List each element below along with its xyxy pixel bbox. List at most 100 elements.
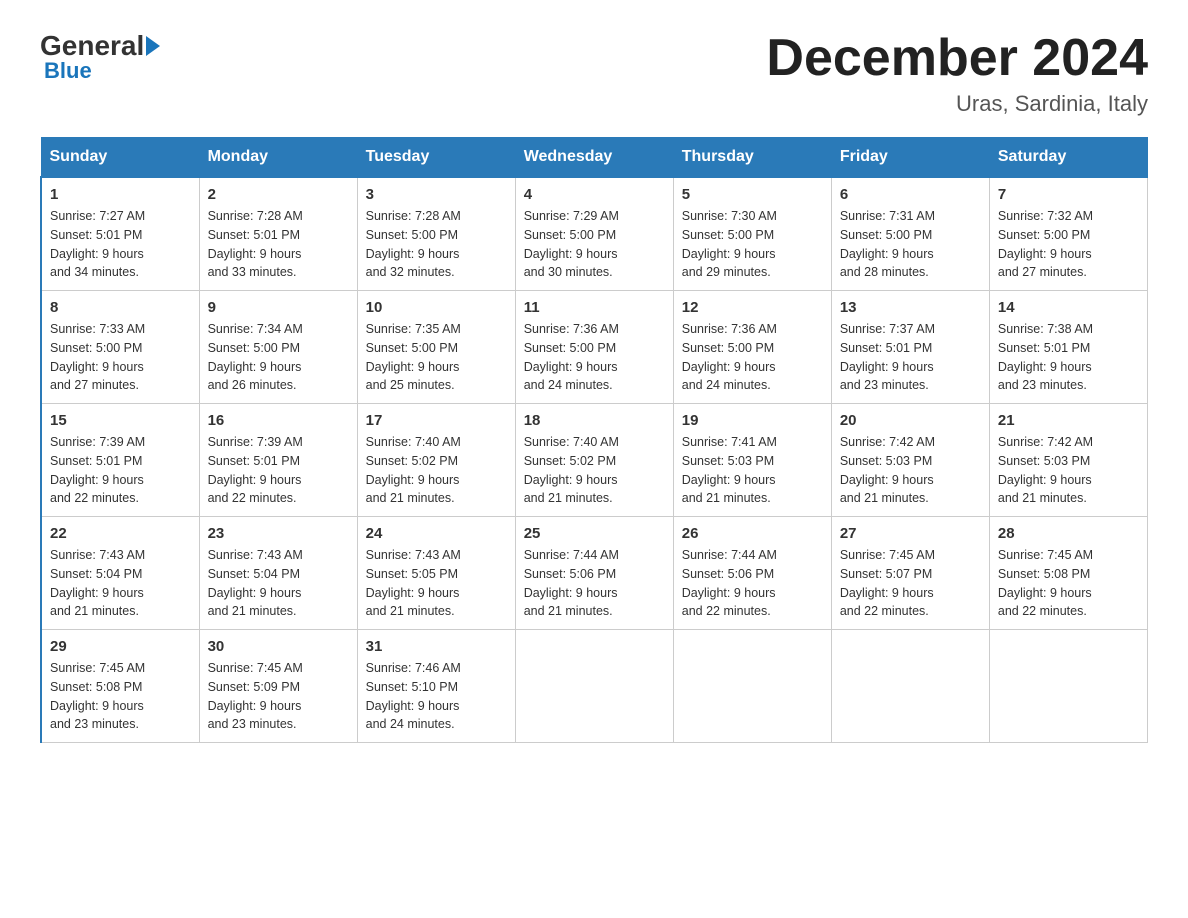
day-number: 6 — [840, 186, 981, 203]
header-monday: Monday — [199, 138, 357, 178]
day-number: 5 — [682, 186, 823, 203]
day-number: 13 — [840, 299, 981, 316]
calendar-week-row: 29 Sunrise: 7:45 AM Sunset: 5:08 PM Dayl… — [41, 630, 1148, 743]
table-row: 25 Sunrise: 7:44 AM Sunset: 5:06 PM Dayl… — [515, 517, 673, 630]
day-info: Sunrise: 7:43 AM Sunset: 5:04 PM Dayligh… — [208, 546, 349, 621]
day-info: Sunrise: 7:42 AM Sunset: 5:03 PM Dayligh… — [998, 433, 1139, 508]
day-info: Sunrise: 7:45 AM Sunset: 5:08 PM Dayligh… — [50, 659, 191, 734]
table-row: 4 Sunrise: 7:29 AM Sunset: 5:00 PM Dayli… — [515, 177, 673, 291]
header-sunday: Sunday — [41, 138, 199, 178]
table-row: 16 Sunrise: 7:39 AM Sunset: 5:01 PM Dayl… — [199, 404, 357, 517]
day-info: Sunrise: 7:43 AM Sunset: 5:04 PM Dayligh… — [50, 546, 191, 621]
day-info: Sunrise: 7:39 AM Sunset: 5:01 PM Dayligh… — [50, 433, 191, 508]
table-row: 26 Sunrise: 7:44 AM Sunset: 5:06 PM Dayl… — [673, 517, 831, 630]
weekday-header-row: Sunday Monday Tuesday Wednesday Thursday… — [41, 138, 1148, 178]
day-number: 26 — [682, 525, 823, 542]
table-row: 20 Sunrise: 7:42 AM Sunset: 5:03 PM Dayl… — [831, 404, 989, 517]
table-row: 9 Sunrise: 7:34 AM Sunset: 5:00 PM Dayli… — [199, 291, 357, 404]
day-number: 21 — [998, 412, 1139, 429]
calendar-week-row: 1 Sunrise: 7:27 AM Sunset: 5:01 PM Dayli… — [41, 177, 1148, 291]
day-info: Sunrise: 7:45 AM Sunset: 5:08 PM Dayligh… — [998, 546, 1139, 621]
table-row — [673, 630, 831, 743]
day-number: 9 — [208, 299, 349, 316]
day-number: 7 — [998, 186, 1139, 203]
logo: General Blue — [40, 30, 162, 84]
day-info: Sunrise: 7:29 AM Sunset: 5:00 PM Dayligh… — [524, 207, 665, 282]
table-row: 24 Sunrise: 7:43 AM Sunset: 5:05 PM Dayl… — [357, 517, 515, 630]
table-row — [989, 630, 1147, 743]
day-info: Sunrise: 7:40 AM Sunset: 5:02 PM Dayligh… — [366, 433, 507, 508]
month-title: December 2024 — [766, 30, 1148, 87]
day-info: Sunrise: 7:34 AM Sunset: 5:00 PM Dayligh… — [208, 320, 349, 395]
day-number: 31 — [366, 638, 507, 655]
day-info: Sunrise: 7:38 AM Sunset: 5:01 PM Dayligh… — [998, 320, 1139, 395]
day-info: Sunrise: 7:36 AM Sunset: 5:00 PM Dayligh… — [524, 320, 665, 395]
day-number: 25 — [524, 525, 665, 542]
table-row: 31 Sunrise: 7:46 AM Sunset: 5:10 PM Dayl… — [357, 630, 515, 743]
day-number: 8 — [50, 299, 191, 316]
day-number: 19 — [682, 412, 823, 429]
table-row — [831, 630, 989, 743]
day-number: 15 — [50, 412, 191, 429]
table-row: 27 Sunrise: 7:45 AM Sunset: 5:07 PM Dayl… — [831, 517, 989, 630]
table-row: 8 Sunrise: 7:33 AM Sunset: 5:00 PM Dayli… — [41, 291, 199, 404]
logo-blue-label: Blue — [44, 58, 92, 84]
day-number: 17 — [366, 412, 507, 429]
day-info: Sunrise: 7:32 AM Sunset: 5:00 PM Dayligh… — [998, 207, 1139, 282]
day-info: Sunrise: 7:30 AM Sunset: 5:00 PM Dayligh… — [682, 207, 823, 282]
day-number: 16 — [208, 412, 349, 429]
day-info: Sunrise: 7:31 AM Sunset: 5:00 PM Dayligh… — [840, 207, 981, 282]
day-number: 20 — [840, 412, 981, 429]
day-number: 30 — [208, 638, 349, 655]
day-info: Sunrise: 7:28 AM Sunset: 5:01 PM Dayligh… — [208, 207, 349, 282]
day-info: Sunrise: 7:44 AM Sunset: 5:06 PM Dayligh… — [524, 546, 665, 621]
day-info: Sunrise: 7:46 AM Sunset: 5:10 PM Dayligh… — [366, 659, 507, 734]
table-row: 3 Sunrise: 7:28 AM Sunset: 5:00 PM Dayli… — [357, 177, 515, 291]
day-info: Sunrise: 7:35 AM Sunset: 5:00 PM Dayligh… — [366, 320, 507, 395]
table-row: 6 Sunrise: 7:31 AM Sunset: 5:00 PM Dayli… — [831, 177, 989, 291]
table-row: 28 Sunrise: 7:45 AM Sunset: 5:08 PM Dayl… — [989, 517, 1147, 630]
day-info: Sunrise: 7:27 AM Sunset: 5:01 PM Dayligh… — [50, 207, 191, 282]
header-friday: Friday — [831, 138, 989, 178]
calendar-week-row: 8 Sunrise: 7:33 AM Sunset: 5:00 PM Dayli… — [41, 291, 1148, 404]
day-info: Sunrise: 7:37 AM Sunset: 5:01 PM Dayligh… — [840, 320, 981, 395]
day-number: 1 — [50, 186, 191, 203]
day-number: 4 — [524, 186, 665, 203]
day-info: Sunrise: 7:39 AM Sunset: 5:01 PM Dayligh… — [208, 433, 349, 508]
day-info: Sunrise: 7:44 AM Sunset: 5:06 PM Dayligh… — [682, 546, 823, 621]
table-row: 13 Sunrise: 7:37 AM Sunset: 5:01 PM Dayl… — [831, 291, 989, 404]
table-row: 2 Sunrise: 7:28 AM Sunset: 5:01 PM Dayli… — [199, 177, 357, 291]
calendar-title-area: December 2024 Uras, Sardinia, Italy — [766, 30, 1148, 117]
day-number: 18 — [524, 412, 665, 429]
day-info: Sunrise: 7:43 AM Sunset: 5:05 PM Dayligh… — [366, 546, 507, 621]
location-title: Uras, Sardinia, Italy — [766, 91, 1148, 117]
day-number: 11 — [524, 299, 665, 316]
day-number: 24 — [366, 525, 507, 542]
table-row: 30 Sunrise: 7:45 AM Sunset: 5:09 PM Dayl… — [199, 630, 357, 743]
day-number: 27 — [840, 525, 981, 542]
table-row: 21 Sunrise: 7:42 AM Sunset: 5:03 PM Dayl… — [989, 404, 1147, 517]
day-info: Sunrise: 7:28 AM Sunset: 5:00 PM Dayligh… — [366, 207, 507, 282]
day-number: 22 — [50, 525, 191, 542]
day-number: 23 — [208, 525, 349, 542]
table-row: 22 Sunrise: 7:43 AM Sunset: 5:04 PM Dayl… — [41, 517, 199, 630]
day-info: Sunrise: 7:41 AM Sunset: 5:03 PM Dayligh… — [682, 433, 823, 508]
table-row: 17 Sunrise: 7:40 AM Sunset: 5:02 PM Dayl… — [357, 404, 515, 517]
table-row: 12 Sunrise: 7:36 AM Sunset: 5:00 PM Dayl… — [673, 291, 831, 404]
header-saturday: Saturday — [989, 138, 1147, 178]
table-row: 11 Sunrise: 7:36 AM Sunset: 5:00 PM Dayl… — [515, 291, 673, 404]
day-info: Sunrise: 7:42 AM Sunset: 5:03 PM Dayligh… — [840, 433, 981, 508]
day-info: Sunrise: 7:36 AM Sunset: 5:00 PM Dayligh… — [682, 320, 823, 395]
day-number: 10 — [366, 299, 507, 316]
table-row — [515, 630, 673, 743]
table-row: 15 Sunrise: 7:39 AM Sunset: 5:01 PM Dayl… — [41, 404, 199, 517]
table-row: 10 Sunrise: 7:35 AM Sunset: 5:00 PM Dayl… — [357, 291, 515, 404]
table-row: 29 Sunrise: 7:45 AM Sunset: 5:08 PM Dayl… — [41, 630, 199, 743]
table-row: 5 Sunrise: 7:30 AM Sunset: 5:00 PM Dayli… — [673, 177, 831, 291]
table-row: 7 Sunrise: 7:32 AM Sunset: 5:00 PM Dayli… — [989, 177, 1147, 291]
table-row: 14 Sunrise: 7:38 AM Sunset: 5:01 PM Dayl… — [989, 291, 1147, 404]
table-row: 23 Sunrise: 7:43 AM Sunset: 5:04 PM Dayl… — [199, 517, 357, 630]
calendar-week-row: 15 Sunrise: 7:39 AM Sunset: 5:01 PM Dayl… — [41, 404, 1148, 517]
day-number: 14 — [998, 299, 1139, 316]
day-info: Sunrise: 7:33 AM Sunset: 5:00 PM Dayligh… — [50, 320, 191, 395]
